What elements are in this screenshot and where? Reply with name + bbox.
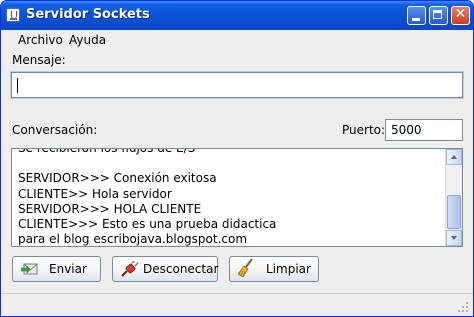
scroll-up-button[interactable]	[446, 149, 462, 165]
close-button[interactable]: ✕	[451, 6, 470, 25]
mensaje-input[interactable]	[10, 71, 464, 99]
menu-ayuda[interactable]: Ayuda	[69, 33, 106, 47]
conversation-line: SERVIDOR>>> HOLA CLIENTE	[18, 201, 202, 216]
puerto-input[interactable]: 5000	[385, 119, 463, 141]
resize-grip-icon[interactable]	[457, 301, 469, 313]
conversation-line: CLIENTE>> Hola servidor	[18, 186, 172, 201]
desconectar-button[interactable]: Desconectar	[112, 256, 218, 282]
window-title: Servidor Sockets	[26, 7, 150, 22]
broom-icon	[238, 259, 253, 277]
conversation-line: SERVIDOR>>> Conexión exitosa	[18, 171, 217, 186]
java-cup-icon[interactable]	[6, 8, 20, 22]
app-window: Servidor Sockets ✕ Archivo Ayuda Mensaje…	[0, 0, 474, 317]
enviar-button[interactable]: Enviar	[12, 256, 101, 282]
title-bar[interactable]: Servidor Sockets ✕	[1, 1, 473, 30]
conversation-line: CLIENTE>>> Esto es una prueba didactica	[18, 216, 277, 231]
limpiar-button[interactable]: Limpiar	[229, 256, 319, 282]
text-caret	[17, 78, 18, 93]
mensaje-label: Mensaje:	[12, 53, 66, 67]
puerto-label: Puerto:	[342, 123, 386, 137]
conversation-textarea[interactable]: Se recibieron los flujos de E/S SERVIDOR…	[11, 148, 463, 247]
menu-bar: Archivo Ayuda	[1, 30, 473, 50]
conversation-line	[18, 156, 438, 171]
status-bar	[1, 293, 473, 316]
desconectar-label: Desconectar	[143, 262, 219, 276]
conversation-text: Se recibieron los flujos de E/S SERVIDOR…	[18, 148, 438, 247]
plug-icon	[121, 261, 138, 277]
maximize-button[interactable]	[429, 6, 448, 25]
conversacion-label: Conversación:	[12, 123, 98, 137]
conversation-line: para el blog escribojava.blogspot.com	[18, 232, 248, 247]
conversation-line: Se recibieron los flujos de E/S	[18, 148, 196, 155]
limpiar-label: Limpiar	[266, 262, 311, 276]
menu-archivo[interactable]: Archivo	[18, 33, 63, 47]
minimize-button[interactable]	[407, 6, 426, 25]
scroll-thumb[interactable]	[447, 195, 461, 229]
close-icon: ✕	[454, 6, 467, 22]
enviar-label: Enviar	[49, 262, 87, 276]
scroll-down-button[interactable]	[446, 230, 462, 246]
vertical-scrollbar[interactable]	[445, 149, 462, 246]
send-mail-icon	[21, 263, 38, 275]
